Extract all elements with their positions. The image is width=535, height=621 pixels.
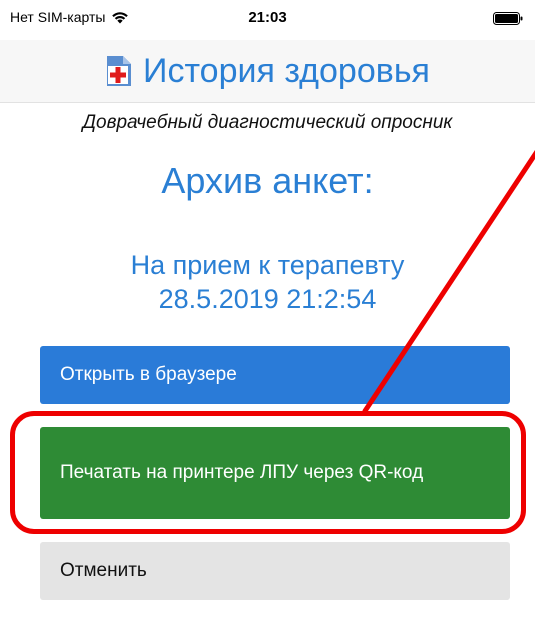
survey-name: На прием к терапевту <box>130 250 405 280</box>
open-in-browser-button[interactable]: Открыть в браузере <box>40 346 510 404</box>
status-bar: Нет SIM-карты 21:03 <box>0 0 535 40</box>
page-title: Архив анкет: <box>161 160 374 201</box>
app-subtitle: Доврачебный диагностический опросник <box>82 112 453 133</box>
app-screen: Нет SIM-карты 21:03 История здоровья Дов… <box>0 0 535 621</box>
print-qr-label: Печатать на принтере ЛПУ через QR-код <box>60 462 424 483</box>
open-in-browser-label: Открыть в браузере <box>60 364 237 385</box>
print-qr-button[interactable]: Печатать на принтере ЛПУ через QR-код <box>40 427 510 519</box>
app-title: История здоровья <box>143 51 430 90</box>
cancel-label: Отменить <box>60 560 147 581</box>
battery-icon <box>493 12 523 25</box>
app-header: История здоровья <box>0 40 535 103</box>
clock: 21:03 <box>248 9 287 26</box>
cancel-button[interactable]: Отменить <box>40 542 510 600</box>
medical-cross-icon <box>107 56 132 86</box>
survey-date: 28.5.2019 21:2:54 <box>158 284 377 314</box>
